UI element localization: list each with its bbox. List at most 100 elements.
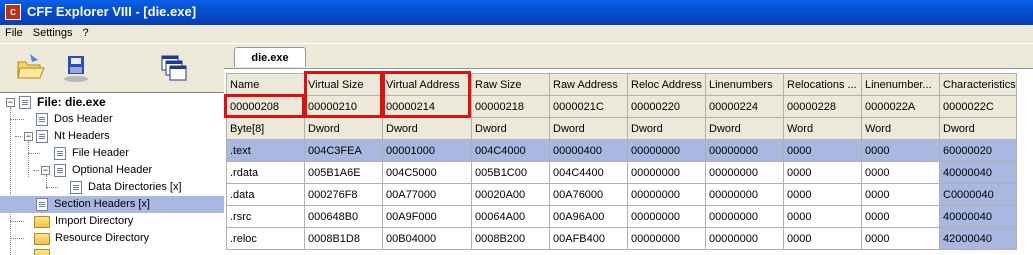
- table-cell[interactable]: 00000000: [627, 139, 706, 162]
- tree-root[interactable]: − File: die.exe: [0, 94, 224, 111]
- column-header-raw-size[interactable]: Raw Size: [471, 73, 550, 96]
- table-cell[interactable]: 00A76000: [549, 183, 628, 206]
- column-header-virtual-size[interactable]: Virtual Size: [304, 73, 383, 96]
- table-cell[interactable]: 40000040: [939, 161, 1017, 184]
- tree-item-label: File Header: [72, 147, 129, 159]
- toolbar: [0, 44, 224, 92]
- tree-item-dos-header[interactable]: Dos Header: [0, 111, 224, 128]
- collapse-icon[interactable]: −: [24, 132, 33, 141]
- table-row[interactable]: .text 004C3FEA 00001000 004C4000 00000400 000…: [226, 139, 1017, 162]
- field-type: Word: [861, 117, 940, 140]
- table-cell[interactable]: 004C5000: [382, 161, 472, 184]
- save-disk-icon[interactable]: [60, 52, 92, 84]
- menu-settings[interactable]: Settings: [28, 25, 78, 39]
- menu-help[interactable]: ?: [77, 25, 93, 39]
- table-cell[interactable]: C0000040: [939, 183, 1017, 206]
- table-cell[interactable]: .rdata: [226, 161, 305, 184]
- table-cell[interactable]: 00001000: [382, 139, 472, 162]
- table-cell[interactable]: 00000000: [627, 227, 706, 250]
- table-row[interactable]: .reloc 0008B1D8 00B04000 0008B200 00AFB400 00…: [226, 227, 1017, 250]
- collapse-icon[interactable]: −: [6, 98, 15, 107]
- title-bar: C CFF Explorer VIII - [die.exe]: [0, 0, 1033, 25]
- collapse-icon[interactable]: −: [41, 166, 50, 175]
- table-cell[interactable]: 00AFB400: [549, 227, 628, 250]
- table-cell[interactable]: 00A9F000: [382, 205, 472, 228]
- table-cell[interactable]: 0008B1D8: [304, 227, 383, 250]
- table-cell[interactable]: 0000: [861, 161, 940, 184]
- field-offset: 00000228: [783, 95, 862, 118]
- table-cell[interactable]: 00064A00: [471, 205, 550, 228]
- column-header-name[interactable]: Name: [226, 73, 305, 96]
- open-file-icon[interactable]: [14, 52, 46, 84]
- table-cell[interactable]: .text: [226, 139, 305, 162]
- table-cell[interactable]: 0000: [861, 139, 940, 162]
- table-cell[interactable]: 00000000: [705, 205, 784, 228]
- folder-icon: [34, 233, 50, 245]
- table-cell[interactable]: 005B1A6E: [304, 161, 383, 184]
- table-cell[interactable]: 60000020: [939, 139, 1017, 162]
- tree-item-data-directories[interactable]: Data Directories [x]: [0, 179, 224, 196]
- table-cell[interactable]: 42000040: [939, 227, 1017, 250]
- table-row[interactable]: .rsrc 000648B0 00A9F000 00064A00 00A96A00 000…: [226, 205, 1017, 228]
- field-offset: 0000022C: [939, 95, 1017, 118]
- column-header-characteristics[interactable]: Characteristics: [939, 73, 1017, 96]
- column-header-raw-address[interactable]: Raw Address: [549, 73, 628, 96]
- node-icon: [36, 198, 48, 211]
- field-offset: 00000220: [627, 95, 706, 118]
- folder-icon: [34, 249, 50, 255]
- table-cell[interactable]: 004C4000: [471, 139, 550, 162]
- menu-file[interactable]: File: [0, 25, 28, 39]
- table-cell[interactable]: 00020A00: [471, 183, 550, 206]
- tree-item-file-header[interactable]: File Header: [0, 145, 224, 162]
- table-cell[interactable]: 00A77000: [382, 183, 472, 206]
- table-cell[interactable]: 0008B200: [471, 227, 550, 250]
- tree-item-label: Data Directories [x]: [88, 181, 182, 193]
- table-cell[interactable]: 00000000: [627, 183, 706, 206]
- tree-item-optional-header[interactable]: − Optional Header: [0, 162, 224, 179]
- windows-icon[interactable]: [158, 52, 190, 84]
- tab-die-exe[interactable]: die.exe: [234, 47, 306, 67]
- table-cell[interactable]: 00000000: [705, 161, 784, 184]
- table-cell[interactable]: 004C3FEA: [304, 139, 383, 162]
- table-cell[interactable]: 00000000: [705, 227, 784, 250]
- field-type: Dword: [382, 117, 472, 140]
- table-cell[interactable]: 00A96A00: [549, 205, 628, 228]
- column-header-relocations[interactable]: Relocations ...: [783, 73, 862, 96]
- table-cell[interactable]: 004C4400: [549, 161, 628, 184]
- table-cell[interactable]: 005B1C00: [471, 161, 550, 184]
- table-cell[interactable]: 000276F8: [304, 183, 383, 206]
- table-cell[interactable]: 0000: [783, 139, 862, 162]
- tree-item-label: Nt Headers: [54, 130, 110, 142]
- table-cell[interactable]: 00000000: [627, 205, 706, 228]
- table-cell[interactable]: 000648B0: [304, 205, 383, 228]
- column-header-linenumbers[interactable]: Linenumbers: [705, 73, 784, 96]
- table-cell[interactable]: 00000400: [549, 139, 628, 162]
- table-cell[interactable]: 00000000: [627, 161, 706, 184]
- column-header-linenumber[interactable]: Linenumber...: [861, 73, 940, 96]
- tree-item-import-directory[interactable]: Import Directory: [0, 213, 224, 230]
- column-header-virtual-address[interactable]: Virtual Address: [382, 73, 472, 96]
- table-cell[interactable]: 0000: [861, 227, 940, 250]
- table-cell[interactable]: 0000: [861, 205, 940, 228]
- table-cell[interactable]: 0000: [783, 227, 862, 250]
- table-cell[interactable]: 00B04000: [382, 227, 472, 250]
- tree-item-nt-headers[interactable]: − Nt Headers: [0, 128, 224, 145]
- table-cell[interactable]: 00000000: [705, 139, 784, 162]
- node-icon: [70, 181, 82, 194]
- column-header-reloc-address[interactable]: Reloc Address: [627, 73, 706, 96]
- table-cell[interactable]: .data: [226, 183, 305, 206]
- tree-item-section-headers[interactable]: Section Headers [x]: [0, 196, 224, 213]
- table-cell[interactable]: .rsrc: [226, 205, 305, 228]
- field-type: Word: [783, 117, 862, 140]
- table-cell[interactable]: 40000040: [939, 205, 1017, 228]
- file-node-icon: [19, 96, 31, 109]
- table-cell[interactable]: 0000: [861, 183, 940, 206]
- table-cell[interactable]: .reloc: [226, 227, 305, 250]
- table-row[interactable]: .rdata 005B1A6E 004C5000 005B1C00 004C4400 00…: [226, 161, 1017, 184]
- table-cell[interactable]: 00000000: [705, 183, 784, 206]
- tree-item-resource-directory[interactable]: Resource Directory: [0, 230, 224, 247]
- table-cell[interactable]: 0000: [783, 161, 862, 184]
- table-cell[interactable]: 0000: [783, 205, 862, 228]
- table-cell[interactable]: 0000: [783, 183, 862, 206]
- table-row[interactable]: .data 000276F8 00A77000 00020A00 00A76000 000…: [226, 183, 1017, 206]
